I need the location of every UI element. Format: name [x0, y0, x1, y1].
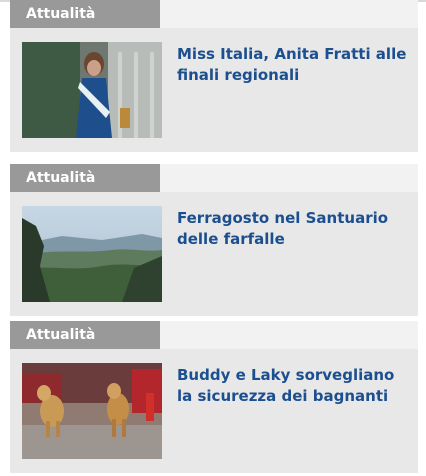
dogs-image [22, 363, 162, 459]
article-card: Miss Italia, Anita Fratti alle finali re… [10, 28, 418, 152]
article-thumbnail[interactable] [22, 363, 162, 459]
category-label[interactable]: Attualità [10, 164, 160, 192]
category-bar: Attualità [10, 0, 418, 28]
news-list-page: Attualità Ferragosto nel Santuario delle… [0, 0, 426, 476]
news-item: Attualità [10, 164, 418, 316]
miss-italia-image [22, 42, 162, 138]
landscape-image [22, 206, 162, 302]
article-title-link[interactable]: Miss Italia, Anita Fratti alle finali re… [177, 44, 407, 86]
article-title-link[interactable]: Ferragosto nel Santuario delle farfalle [177, 208, 407, 250]
article-card: Buddy e Laky sorvegliano la sicurezza de… [10, 349, 418, 473]
category-label[interactable]: Attualità [10, 321, 160, 349]
news-item: Attualità [10, 321, 418, 473]
news-item: Attualità Miss Italia, Anita Fratti alle… [10, 0, 418, 152]
category-bar: Attualità [10, 321, 418, 349]
category-label[interactable]: Attualità [10, 0, 160, 28]
article-thumbnail[interactable] [22, 206, 162, 302]
article-card: Ferragosto nel Santuario delle farfalle [10, 192, 418, 316]
category-bar: Attualità [10, 164, 418, 192]
article-thumbnail[interactable] [22, 42, 162, 138]
article-title-link[interactable]: Buddy e Laky sorvegliano la sicurezza de… [177, 365, 407, 407]
